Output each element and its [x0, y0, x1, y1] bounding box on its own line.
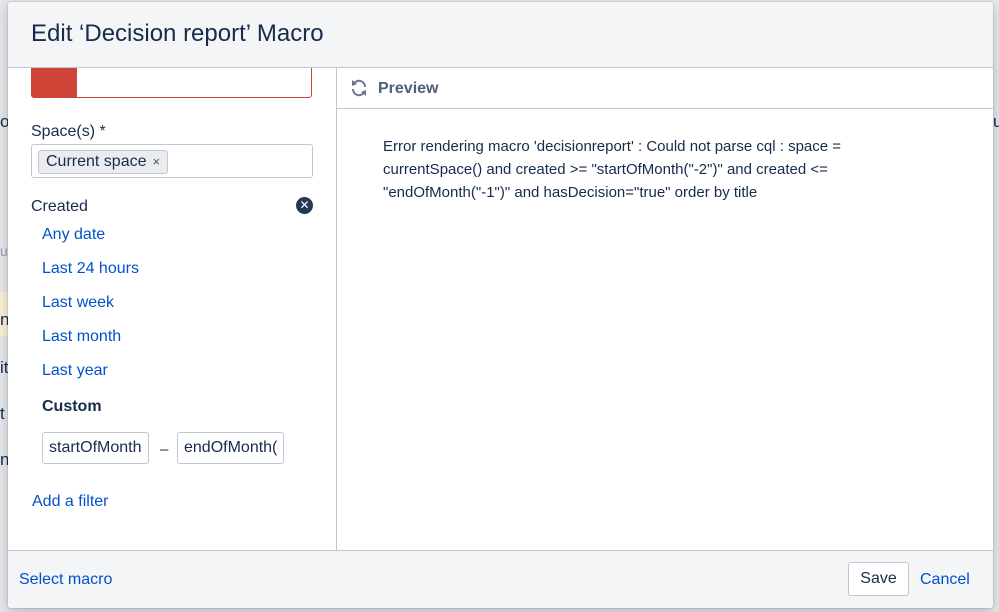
add-filter-link[interactable]: Add a filter: [32, 493, 108, 511]
dialog-footer: Select macro Save Cancel: [8, 550, 993, 608]
date-option-last-year[interactable]: Last year: [42, 362, 108, 380]
space-label: Space(s) *: [31, 123, 106, 140]
error-indicator: [32, 68, 77, 97]
background-text-fragment: u: [0, 243, 8, 259]
background-text-fragment: u: [993, 112, 999, 131]
cancel-button[interactable]: Cancel: [920, 571, 970, 589]
edit-macro-dialog: Edit ‘Decision report’ Macro Space(s) * …: [8, 2, 993, 608]
date-option-last-week[interactable]: Last week: [42, 294, 114, 312]
background-text-fragment: t: [0, 404, 5, 423]
preview-error-message: Error rendering macro 'decisionreport' :…: [383, 138, 842, 201]
clear-created-icon[interactable]: ✕: [296, 197, 313, 214]
date-option-any-date[interactable]: Any date: [42, 226, 105, 244]
date-option-last-24-hours[interactable]: Last 24 hours: [42, 260, 139, 278]
dialog-header: Edit ‘Decision report’ Macro: [8, 2, 993, 68]
custom-end-input[interactable]: [177, 432, 284, 464]
dialog-title: Edit ‘Decision report’ Macro: [31, 20, 324, 47]
created-label: Created: [31, 198, 88, 215]
preview-toolbar: Preview: [337, 68, 993, 109]
space-chip: Current space ×: [38, 150, 169, 174]
select-macro-link[interactable]: Select macro: [19, 571, 112, 589]
space-input[interactable]: Current space ×: [31, 144, 313, 178]
refresh-icon[interactable]: [349, 78, 369, 98]
error-input-field[interactable]: [31, 68, 312, 98]
preview-label: Preview: [378, 80, 439, 97]
custom-start-input[interactable]: [42, 432, 149, 464]
date-range-separator: –: [160, 441, 169, 458]
save-button[interactable]: Save: [848, 562, 909, 596]
macro-parameters-panel[interactable]: Space(s) * Current space × Created ✕ Any…: [8, 68, 337, 550]
preview-panel: Preview Error rendering macro 'decisionr…: [337, 68, 993, 550]
date-option-last-month[interactable]: Last month: [42, 328, 121, 346]
custom-date-label: Custom: [42, 398, 102, 415]
chip-remove-icon[interactable]: ×: [153, 151, 161, 173]
space-chip-label: Current space: [46, 153, 147, 170]
